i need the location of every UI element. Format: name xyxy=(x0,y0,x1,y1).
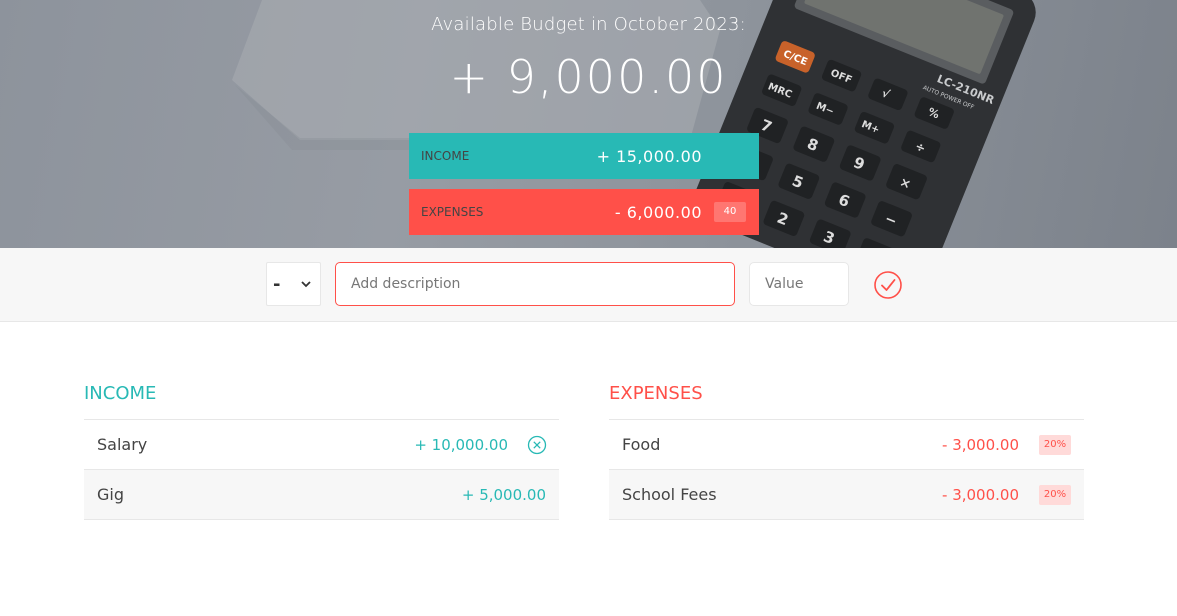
income-item: Gig + 5,000.00 xyxy=(84,470,559,520)
add-item-bar: - xyxy=(0,248,1177,322)
delete-item-button[interactable] xyxy=(527,435,547,455)
expense-item-description: School Fees xyxy=(622,485,717,504)
type-select[interactable]: - xyxy=(266,262,321,306)
income-item-value: + 10,000.00 xyxy=(414,435,508,454)
expense-item-description: Food xyxy=(622,435,661,454)
expenses-summary-value: - 6,000.00 xyxy=(614,202,702,222)
budget-title: Available Budget in October 2023: xyxy=(431,14,746,35)
expenses-summary-label: Expenses xyxy=(421,205,484,219)
expenses-percentage-badge: 40 xyxy=(714,202,746,222)
income-item-value: + 5,000.00 xyxy=(461,485,546,504)
income-summary: Income + 15,000.00 xyxy=(409,133,759,179)
budget-value: + 9,000.00 xyxy=(449,50,728,104)
chevron-down-icon xyxy=(301,281,311,288)
budget-header: LC-210NR AUTO POWER OFF C/CE OFF √ % MRC… xyxy=(0,0,1177,248)
add-item-button[interactable] xyxy=(873,270,903,300)
income-summary-label: Income xyxy=(421,149,470,163)
income-list-title: Income xyxy=(84,380,559,420)
description-input[interactable] xyxy=(335,262,735,306)
income-summary-value: + 15,000.00 xyxy=(596,146,702,166)
expenses-list-title: Expenses xyxy=(609,380,1084,420)
expense-item-value: - 3,000.00 xyxy=(942,435,1019,454)
expense-percentage-badge: 20% xyxy=(1039,434,1071,455)
expenses-summary: Expenses - 6,000.00 40 xyxy=(409,189,759,235)
income-item: Salary + 10,000.00 xyxy=(84,420,559,470)
expense-percentage-badge: 20% xyxy=(1039,484,1071,505)
close-circle-icon xyxy=(527,435,547,455)
income-item-description: Salary xyxy=(97,435,148,454)
income-item-description: Gig xyxy=(97,485,124,504)
expense-item: School Fees - 3,000.00 20% xyxy=(609,470,1084,520)
type-select-value: - xyxy=(273,273,281,295)
income-list: Income Salary + 10,000.00 Gig + 5,000.00 xyxy=(84,380,559,520)
expense-item-value: - 3,000.00 xyxy=(942,485,1019,504)
check-circle-icon xyxy=(874,271,902,299)
expenses-list: Expenses Food - 3,000.00 20% School Fees… xyxy=(609,380,1084,520)
value-input[interactable] xyxy=(749,262,849,306)
expense-item: Food - 3,000.00 20% xyxy=(609,420,1084,470)
